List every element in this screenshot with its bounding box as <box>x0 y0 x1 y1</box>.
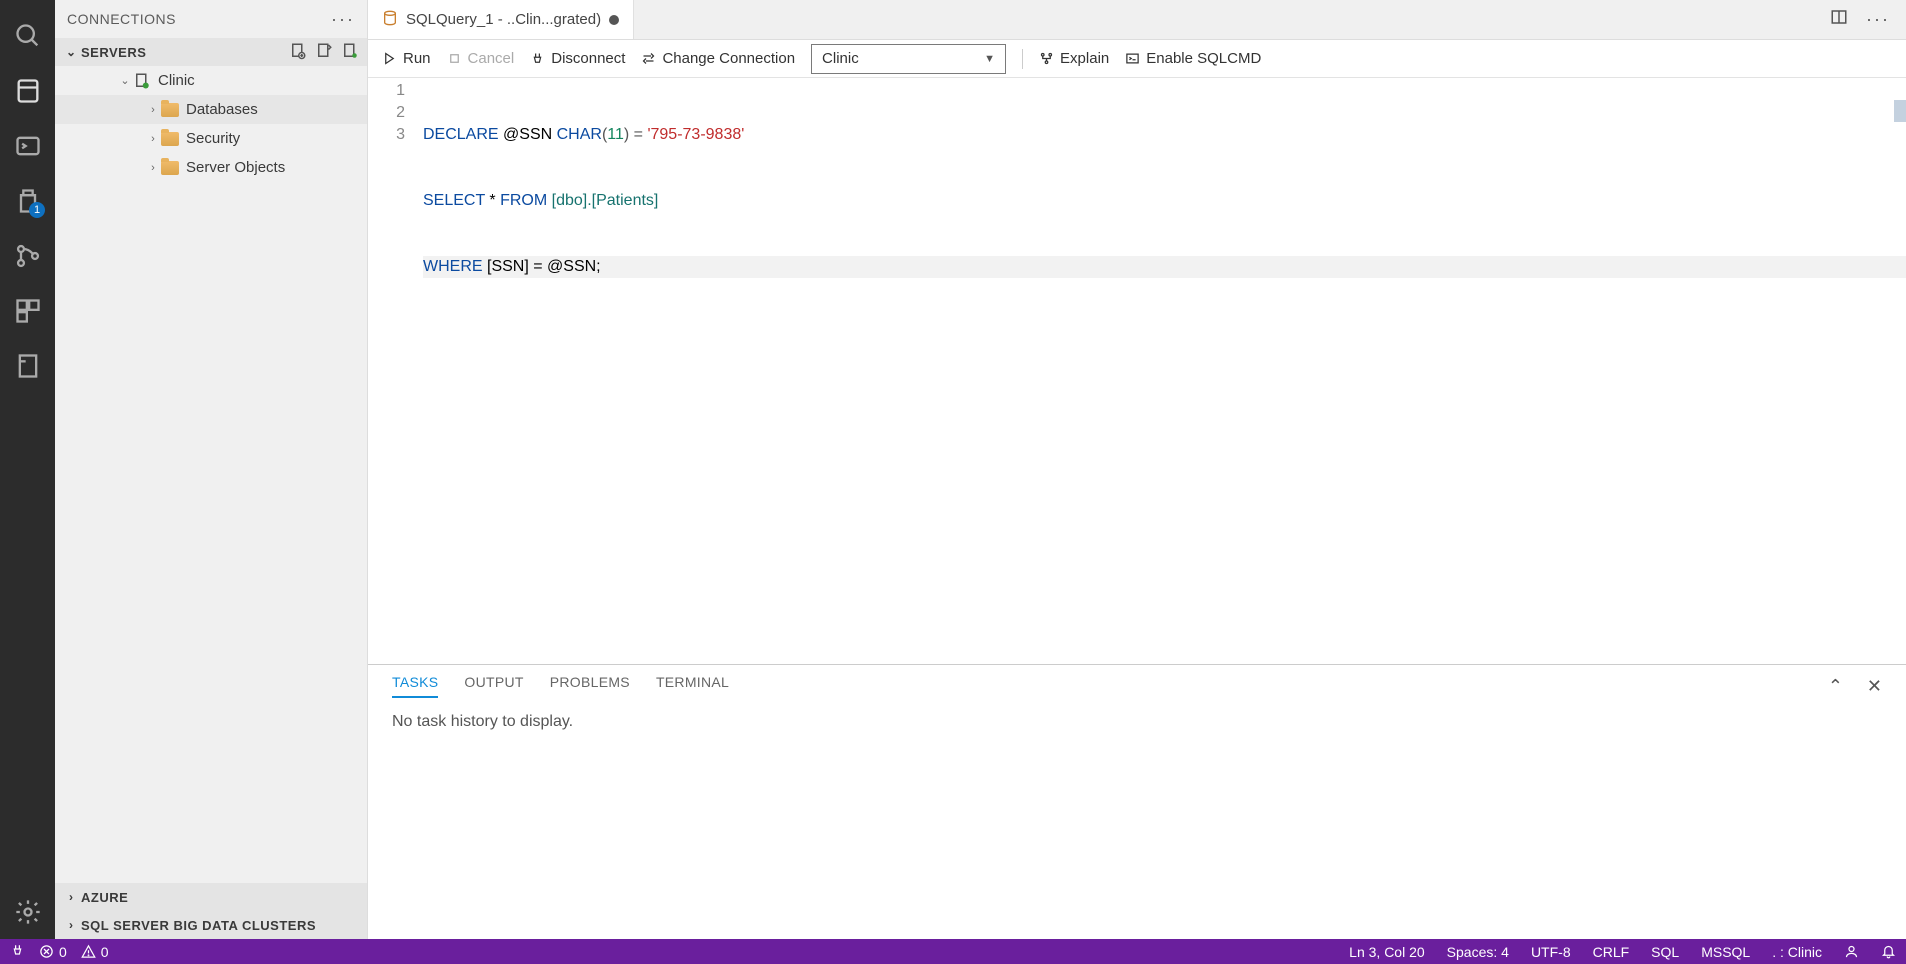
new-connection-icon[interactable] <box>289 42 307 63</box>
activity-search-icon[interactable] <box>0 8 55 63</box>
explain-button[interactable]: Explain <box>1039 50 1109 67</box>
chevron-right-icon: › <box>145 104 161 116</box>
sidebar-title-row: CONNECTIONS ··· <box>55 0 367 38</box>
bigdata-section-header[interactable]: › SQL SERVER BIG DATA CLUSTERS <box>55 911 367 939</box>
connections-sidebar: CONNECTIONS ··· ⌄ SERVERS ⌄ Clinic › <box>55 0 368 939</box>
activity-notebook-icon[interactable] <box>0 338 55 393</box>
panel-tab-problems[interactable]: PROBLEMS <box>550 674 630 698</box>
chevron-right-icon: › <box>145 162 161 174</box>
server-icon <box>133 72 151 90</box>
status-lang[interactable]: SQL <box>1651 944 1679 960</box>
panel-tab-terminal[interactable]: TERMINAL <box>656 674 729 698</box>
dropdown-arrow-icon: ▼ <box>984 53 995 65</box>
status-cursor[interactable]: Ln 3, Col 20 <box>1349 944 1425 960</box>
chevron-down-icon: ⌄ <box>63 45 79 59</box>
status-warnings[interactable]: 0 <box>81 944 109 960</box>
run-label: Run <box>403 50 431 67</box>
minimap-indicator[interactable] <box>1894 100 1906 122</box>
sqlcmd-label: Enable SQLCMD <box>1146 50 1261 67</box>
bigdata-label: SQL SERVER BIG DATA CLUSTERS <box>81 918 316 933</box>
panel-tabs: TASKS OUTPUT PROBLEMS TERMINAL ⌃ ✕ <box>368 665 1906 707</box>
toolbar-separator <box>1022 49 1023 69</box>
status-bell-icon[interactable] <box>1881 944 1896 959</box>
folder-icon <box>161 101 179 119</box>
line-number: 2 <box>368 102 405 124</box>
disconnect-label: Disconnect <box>551 50 625 67</box>
chevron-down-icon: ⌄ <box>117 74 133 87</box>
activity-servers-icon[interactable] <box>0 63 55 118</box>
activity-bar: 1 <box>0 0 55 939</box>
panel-body: No task history to display. <box>368 707 1906 939</box>
tree-label: Databases <box>186 101 258 118</box>
tree-item-server-objects[interactable]: › Server Objects <box>55 153 367 182</box>
tab-bar: SQLQuery_1 - ..Clin...grated) ··· <box>368 0 1906 40</box>
panel-tab-output[interactable]: OUTPUT <box>464 674 523 698</box>
disconnect-button[interactable]: Disconnect <box>530 50 625 67</box>
tree-server-clinic[interactable]: ⌄ Clinic <box>55 66 367 95</box>
explain-label: Explain <box>1060 50 1109 67</box>
change-connection-label: Change Connection <box>662 50 795 67</box>
cancel-label: Cancel <box>468 50 515 67</box>
tree-item-databases[interactable]: › Databases <box>55 95 367 124</box>
connection-dropdown[interactable]: Clinic ▼ <box>811 44 1006 74</box>
status-provider[interactable]: MSSQL <box>1701 944 1750 960</box>
activity-source-control-icon[interactable] <box>0 228 55 283</box>
folder-icon <box>161 130 179 148</box>
new-group-icon[interactable] <box>315 42 333 63</box>
chevron-right-icon: › <box>63 918 79 932</box>
line-gutter: 1 2 3 <box>368 78 423 664</box>
azure-section-header[interactable]: › AZURE <box>55 883 367 911</box>
tree-item-security[interactable]: › Security <box>55 124 367 153</box>
editor-column: SQLQuery_1 - ..Clin...grated) ··· Run Ca… <box>368 0 1906 939</box>
activity-settings-icon[interactable] <box>0 884 55 939</box>
panel-close-icon[interactable]: ✕ <box>1867 676 1882 697</box>
tree-label: Clinic <box>158 72 195 89</box>
servers-label: SERVERS <box>81 45 146 60</box>
chevron-right-icon: › <box>145 133 161 145</box>
activity-extensions-icon[interactable] <box>0 283 55 338</box>
line-number: 3 <box>368 124 405 146</box>
activity-badge: 1 <box>29 202 45 218</box>
status-connection-icon[interactable] <box>10 944 25 959</box>
servers-section-header[interactable]: ⌄ SERVERS <box>55 38 367 66</box>
status-feedback-icon[interactable] <box>1844 944 1859 959</box>
sqlcmd-button[interactable]: Enable SQLCMD <box>1125 50 1261 67</box>
tab-more-icon[interactable]: ··· <box>1866 9 1890 30</box>
server-action-icon[interactable] <box>341 42 359 63</box>
activity-explorer-icon[interactable]: 1 <box>0 173 55 228</box>
editor-tab[interactable]: SQLQuery_1 - ..Clin...grated) <box>368 0 634 39</box>
status-connection[interactable]: . : Clinic <box>1772 944 1822 960</box>
tab-title: SQLQuery_1 - ..Clin...grated) <box>406 11 601 28</box>
panel-collapse-icon[interactable]: ⌃ <box>1828 676 1843 697</box>
query-toolbar: Run Cancel Disconnect Change Connection … <box>368 40 1906 78</box>
status-bar: 0 0 Ln 3, Col 20 Spaces: 4 UTF-8 CRLF SQ… <box>0 939 1906 964</box>
connection-value: Clinic <box>822 50 859 67</box>
bottom-panel: TASKS OUTPUT PROBLEMS TERMINAL ⌃ ✕ No ta… <box>368 664 1906 939</box>
sidebar-more-icon[interactable]: ··· <box>331 9 355 30</box>
unsaved-dot-icon <box>609 15 619 25</box>
cancel-button: Cancel <box>447 50 515 67</box>
database-icon <box>382 10 398 30</box>
status-encoding[interactable]: UTF-8 <box>1531 944 1571 960</box>
status-errors[interactable]: 0 <box>39 944 67 960</box>
status-spaces[interactable]: Spaces: 4 <box>1447 944 1509 960</box>
run-button[interactable]: Run <box>382 50 431 67</box>
tree-label: Server Objects <box>186 159 285 176</box>
code-area[interactable]: DECLARE @SSN CHAR(11) = '795-73-9838' SE… <box>423 78 1906 664</box>
status-eol[interactable]: CRLF <box>1593 944 1630 960</box>
chevron-right-icon: › <box>63 890 79 904</box>
sql-editor[interactable]: 1 2 3 DECLARE @SSN CHAR(11) = '795-73-98… <box>368 78 1906 664</box>
folder-icon <box>161 159 179 177</box>
azure-label: AZURE <box>81 890 128 905</box>
change-connection-button[interactable]: Change Connection <box>641 50 795 67</box>
tree-label: Security <box>186 130 240 147</box>
line-number: 1 <box>368 80 405 102</box>
sidebar-title: CONNECTIONS <box>67 11 176 27</box>
panel-tab-tasks[interactable]: TASKS <box>392 674 438 698</box>
split-editor-icon[interactable] <box>1830 8 1848 31</box>
activity-terminal-icon[interactable] <box>0 118 55 173</box>
server-tree: ⌄ Clinic › Databases › Security › Server… <box>55 66 367 883</box>
